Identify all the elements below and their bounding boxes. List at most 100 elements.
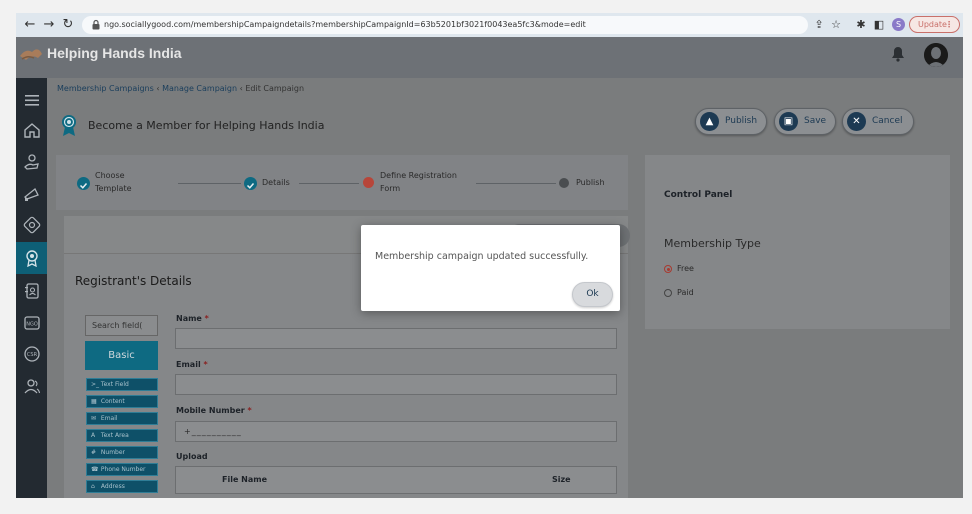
palette-phone-number[interactable]: ☎ Phone Number — [86, 463, 158, 476]
step-connector — [299, 183, 359, 184]
radio-free-label: Free — [677, 264, 694, 273]
user-avatar[interactable] — [924, 43, 948, 67]
palette-number[interactable]: # Number — [86, 446, 158, 459]
name-input[interactable] — [175, 328, 617, 349]
required-mark: * — [204, 314, 209, 323]
campaign-megaphone-icon[interactable] — [23, 184, 41, 202]
step-details[interactable]: Details — [262, 176, 290, 189]
forward-icon[interactable]: → — [41, 17, 57, 33]
stepper: Choose Template Details Define Registrat… — [56, 155, 628, 210]
basic-category-button[interactable]: Basic — [85, 341, 158, 370]
save-button[interactable]: ▣ Save — [774, 108, 836, 135]
csr-icon[interactable]: CSR — [23, 345, 41, 363]
palette-content[interactable]: ▦ Content — [86, 395, 158, 408]
email-input[interactable] — [175, 374, 617, 395]
contacts-icon[interactable] — [23, 282, 41, 300]
svg-text:NGO: NGO — [26, 322, 38, 328]
search-field-input[interactable]: Search field( — [85, 315, 158, 336]
address-bar[interactable]: ngo.sociallygood.com/membershipCampaignd… — [82, 16, 808, 34]
number-icon: # — [91, 449, 97, 456]
cancel-button[interactable]: ✕ Cancel — [842, 108, 914, 135]
step-connector — [476, 183, 556, 184]
bell-icon[interactable] — [891, 46, 905, 62]
upload-field-label: Upload — [176, 452, 208, 461]
user-icon — [924, 43, 948, 67]
membership-badge-icon — [62, 115, 76, 136]
breadcrumb-manage-campaign[interactable]: Manage Campaign — [162, 84, 237, 93]
step-choose-template[interactable]: Choose Template — [95, 169, 132, 195]
palette-address[interactable]: ⌂ Address — [86, 480, 158, 493]
mobile-placeholder: +__________ — [184, 427, 242, 436]
radio-paid[interactable] — [664, 289, 672, 297]
reload-icon[interactable]: ↻ — [60, 17, 76, 33]
size-column-header: Size — [552, 475, 571, 484]
extensions-icon[interactable]: ✱ — [854, 18, 868, 32]
update-label: Update — [918, 20, 947, 29]
cancel-label: Cancel — [872, 116, 903, 126]
close-icon: ✕ — [847, 112, 866, 131]
menu-dots-icon: ⋮ — [945, 20, 953, 29]
section-title: Registrant's Details — [75, 274, 192, 288]
radio-free[interactable] — [664, 265, 672, 273]
success-dialog: Membership campaign updated successfully… — [361, 225, 620, 311]
sidebar: NGO CSR — [16, 78, 47, 498]
phone-icon: ☎ — [91, 466, 99, 473]
users-icon[interactable] — [23, 377, 41, 395]
lock-icon — [92, 19, 100, 30]
text-area-icon: A — [91, 432, 96, 439]
required-mark: * — [203, 360, 208, 369]
save-label: Save — [804, 116, 827, 126]
control-panel-title: Control Panel — [664, 190, 733, 200]
donation-icon[interactable] — [23, 153, 41, 171]
step-publish[interactable]: Publish — [576, 176, 605, 189]
ok-button[interactable]: Ok — [572, 282, 613, 307]
content-icon: ▦ — [91, 398, 97, 405]
email-field-label: Email * — [176, 360, 208, 369]
svg-text:CSR: CSR — [27, 352, 38, 358]
app-title: Helping Hands India — [47, 45, 182, 61]
name-field-label: Name * — [176, 314, 209, 323]
text-field-icon: >_ — [91, 381, 100, 388]
membership-type-label: Membership Type — [664, 237, 761, 250]
email-icon: ✉ — [91, 415, 97, 422]
palette-email[interactable]: ✉ Email — [86, 412, 158, 425]
breadcrumb-membership-campaigns[interactable]: Membership Campaigns — [57, 84, 154, 93]
app-header: Helping Hands India — [16, 37, 963, 78]
sidebar-item-membership[interactable] — [16, 242, 47, 274]
page-title: Become a Member for Helping Hands India — [88, 119, 325, 132]
upload-table: File Name Size — [175, 466, 617, 494]
breadcrumb-separator: ‹ — [239, 84, 243, 93]
mobile-input[interactable]: +__________ — [175, 421, 617, 442]
radio-paid-label: Paid — [677, 288, 694, 297]
update-button[interactable]: Update ⋮ — [909, 16, 960, 33]
step-pending-dot — [559, 178, 569, 188]
membership-badge-icon — [26, 250, 38, 267]
palette-text-field[interactable]: >_ Text Field — [86, 378, 158, 391]
share-icon[interactable]: ⇪ — [812, 18, 826, 32]
ngo-icon[interactable]: NGO — [23, 314, 41, 332]
helping-hands-logo-icon — [20, 49, 42, 60]
step-current-dot — [363, 177, 374, 188]
url-text: ngo.sociallygood.com/membershipCampaignd… — [104, 20, 586, 29]
publish-label: Publish — [725, 116, 758, 126]
dialog-message: Membership campaign updated successfully… — [375, 251, 589, 262]
back-icon[interactable]: ← — [22, 17, 38, 33]
palette-text-area[interactable]: A Text Area — [86, 429, 158, 442]
step-done-check-icon — [244, 177, 257, 190]
browser-toolbar: ← → ↻ ngo.sociallygood.com/membershipCam… — [16, 13, 963, 37]
ticket-icon[interactable] — [23, 216, 41, 234]
menu-icon[interactable] — [23, 91, 41, 109]
bookmark-star-icon[interactable]: ☆ — [829, 18, 843, 32]
sidepanel-icon[interactable]: ◧ — [872, 18, 886, 32]
mobile-field-label: Mobile Number * — [176, 406, 252, 415]
step-define-registration-form[interactable]: Define Registration Form — [380, 169, 457, 195]
breadcrumb-edit-campaign: Edit Campaign — [245, 84, 305, 93]
profile-avatar[interactable]: S — [892, 18, 905, 31]
home-icon[interactable] — [23, 121, 41, 139]
file-name-column-header: File Name — [222, 475, 268, 484]
save-icon: ▣ — [779, 112, 798, 131]
publish-button[interactable]: ▲ Publish — [695, 108, 767, 135]
step-connector — [178, 183, 241, 184]
breadcrumb-separator: ‹ — [156, 84, 160, 93]
address-icon: ⌂ — [91, 483, 95, 490]
